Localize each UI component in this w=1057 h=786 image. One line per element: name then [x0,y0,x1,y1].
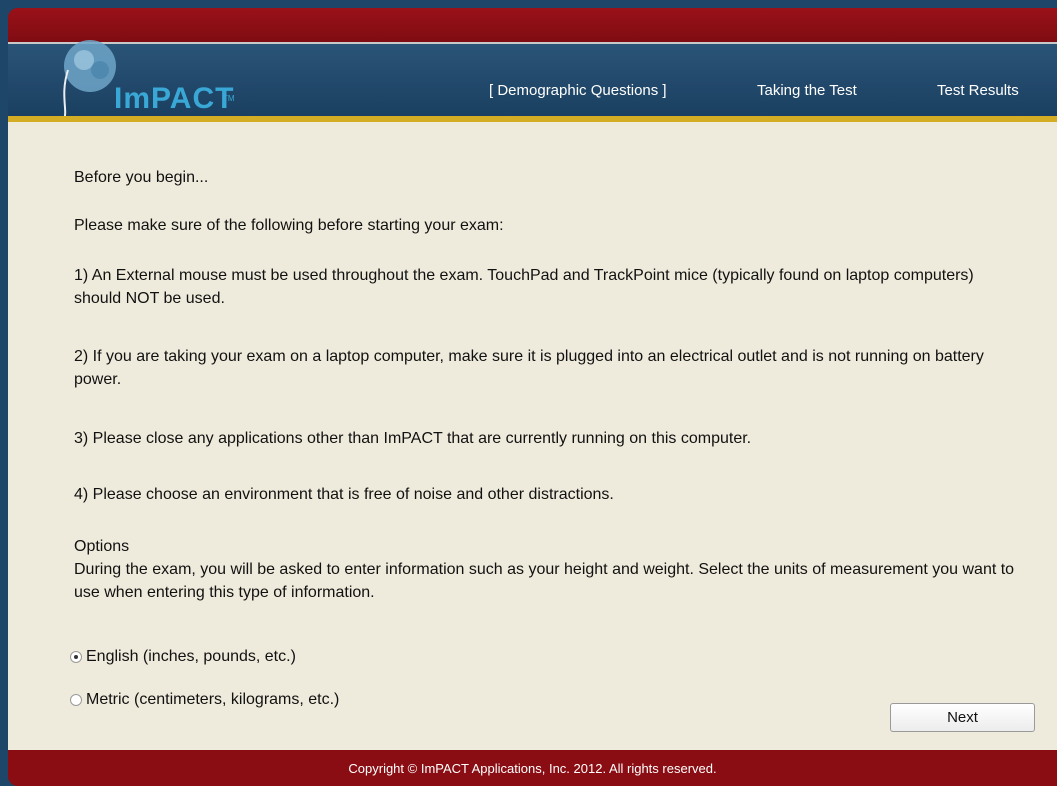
logo-trademark: TM [223,94,235,103]
intro-text: Before you begin... [74,169,209,186]
main-content: Before you begin... Please make sure of … [8,122,1057,750]
header: ImPACT TM [ Demographic Questions ] Taki… [8,40,1057,138]
nav-demographic-questions[interactable]: [ Demographic Questions ] [489,82,667,99]
next-button[interactable]: Next [890,703,1035,732]
footer: Copyright © ImPACT Applications, Inc. 20… [8,750,1057,786]
instruction-item-3: 3) Please close any applications other t… [74,430,752,447]
radio-metric-indicator[interactable] [70,694,82,706]
instruction-item-1: 1) An External mouse must be used throug… [74,267,974,307]
radio-english[interactable]: English (inches, pounds, etc.) [70,648,296,666]
radio-english-indicator[interactable] [70,651,82,663]
radio-metric-label: Metric (centimeters, kilograms, etc.) [86,691,340,708]
radio-metric[interactable]: Metric (centimeters, kilograms, etc.) [70,691,339,709]
radio-english-label: English (inches, pounds, etc.) [86,648,296,665]
instruction-item-4: 4) Please choose an environment that is … [74,486,614,503]
nav-test-results[interactable]: Test Results [937,82,1019,99]
instructions-heading: Please make sure of the following before… [74,217,504,234]
options-description: During the exam, you will be asked to en… [74,561,1015,601]
top-bar [8,8,1057,42]
logo-text: ImPACT [114,82,235,115]
instruction-item-2: 2) If you are taking your exam on a lapt… [74,348,984,388]
app-frame: ImPACT TM [ Demographic Questions ] Taki… [8,8,1057,786]
copyright-text: Copyright © ImPACT Applications, Inc. 20… [348,760,717,776]
options-heading: Options [74,538,130,555]
nav-taking-the-test[interactable]: Taking the Test [757,82,857,99]
